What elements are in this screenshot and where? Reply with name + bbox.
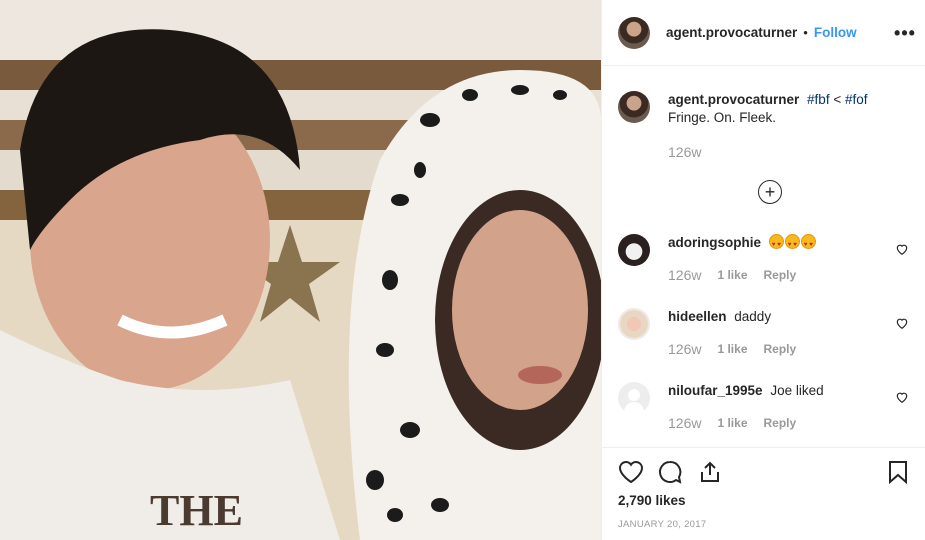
post-actions: 2,790 likes JANUARY 20, 2017 [602, 447, 925, 540]
comment-body: hideellen daddy 126w 1 like Reply [668, 308, 812, 358]
comment-username[interactable]: niloufar_1995e [668, 383, 763, 398]
caption-meta: 126w [668, 143, 868, 161]
caption-text: Fringe. On. Fleek. [668, 110, 777, 125]
like-count[interactable]: 2,790 likes [618, 493, 686, 508]
commenter-avatar[interactable] [618, 234, 650, 266]
hashtag-link[interactable]: #fbf [807, 92, 830, 107]
comment-like-heart-icon[interactable] [895, 242, 909, 256]
caption: agent.provocaturner #fbf < #fof Fringe. … [618, 91, 909, 161]
comment-bubble-icon[interactable] [657, 460, 683, 484]
comment-likes[interactable]: 1 like [717, 266, 747, 284]
commenter-avatar[interactable] [618, 382, 650, 414]
photo-illustration: THE [0, 0, 601, 540]
action-icons [614, 456, 913, 488]
load-more-comments-icon[interactable]: + [758, 180, 782, 204]
caption-body: agent.provocaturner #fbf < #fof Fringe. … [668, 91, 868, 161]
comment-time[interactable]: 126w [668, 414, 701, 432]
caption-time[interactable]: 126w [668, 143, 701, 161]
post-side-panel: agent.provocaturner • Follow ••• agent.p… [601, 0, 925, 540]
comment-meta: 126w 1 like Reply [668, 340, 812, 358]
post-photo[interactable]: THE [0, 0, 601, 540]
caption-username[interactable]: agent.provocaturner [668, 92, 799, 107]
comment-likes[interactable]: 1 like [717, 414, 747, 432]
svg-text:THE: THE [150, 486, 243, 535]
hashtag-link[interactable]: #fof [845, 92, 868, 107]
comment-item: niloufar_1995e Joe liked 126w 1 like Rep… [618, 382, 909, 432]
comment-text: daddy [734, 309, 772, 324]
comment-time[interactable]: 126w [668, 266, 701, 284]
comment-like-heart-icon[interactable] [895, 316, 909, 330]
reply-button[interactable]: Reply [764, 340, 797, 358]
commenter-avatar[interactable] [618, 308, 650, 340]
comment-item: hideellen daddy 126w 1 like Reply [618, 308, 909, 358]
comment-item: adoringsophie 126w 1 like Reply [618, 234, 909, 284]
comment-username[interactable]: adoringsophie [668, 235, 761, 250]
comments-list: agent.provocaturner #fbf < #fof Fringe. … [602, 67, 925, 447]
bookmark-icon[interactable] [887, 460, 909, 484]
separator-dot: • [803, 25, 808, 40]
caption-separator: < [833, 92, 842, 107]
post-date[interactable]: JANUARY 20, 2017 [618, 519, 706, 530]
post-header: agent.provocaturner • Follow ••• [602, 0, 925, 66]
comment-text: Joe liked [770, 383, 824, 398]
share-icon[interactable] [698, 460, 722, 484]
author-username[interactable]: agent.provocaturner [666, 25, 797, 40]
more-options-icon[interactable]: ••• [893, 21, 917, 45]
comment-body: niloufar_1995e Joe liked 126w 1 like Rep… [668, 382, 824, 432]
caption-avatar[interactable] [618, 91, 650, 123]
follow-button[interactable]: Follow [814, 25, 857, 40]
like-heart-icon[interactable] [618, 460, 644, 484]
reply-button[interactable]: Reply [764, 266, 797, 284]
comment-meta: 126w 1 like Reply [668, 414, 824, 432]
heart-eyes-emoji [768, 234, 817, 254]
comment-likes[interactable]: 1 like [717, 340, 747, 358]
instagram-post: THE agent.provocaturner • Follow ••• age… [0, 0, 925, 540]
comment-username[interactable]: hideellen [668, 309, 727, 324]
comment-meta: 126w 1 like Reply [668, 266, 817, 284]
comment-body: adoringsophie 126w 1 like Reply [668, 234, 817, 284]
comment-time[interactable]: 126w [668, 340, 701, 358]
reply-button[interactable]: Reply [764, 414, 797, 432]
author-avatar[interactable] [618, 16, 650, 49]
comment-like-heart-icon[interactable] [895, 390, 909, 404]
